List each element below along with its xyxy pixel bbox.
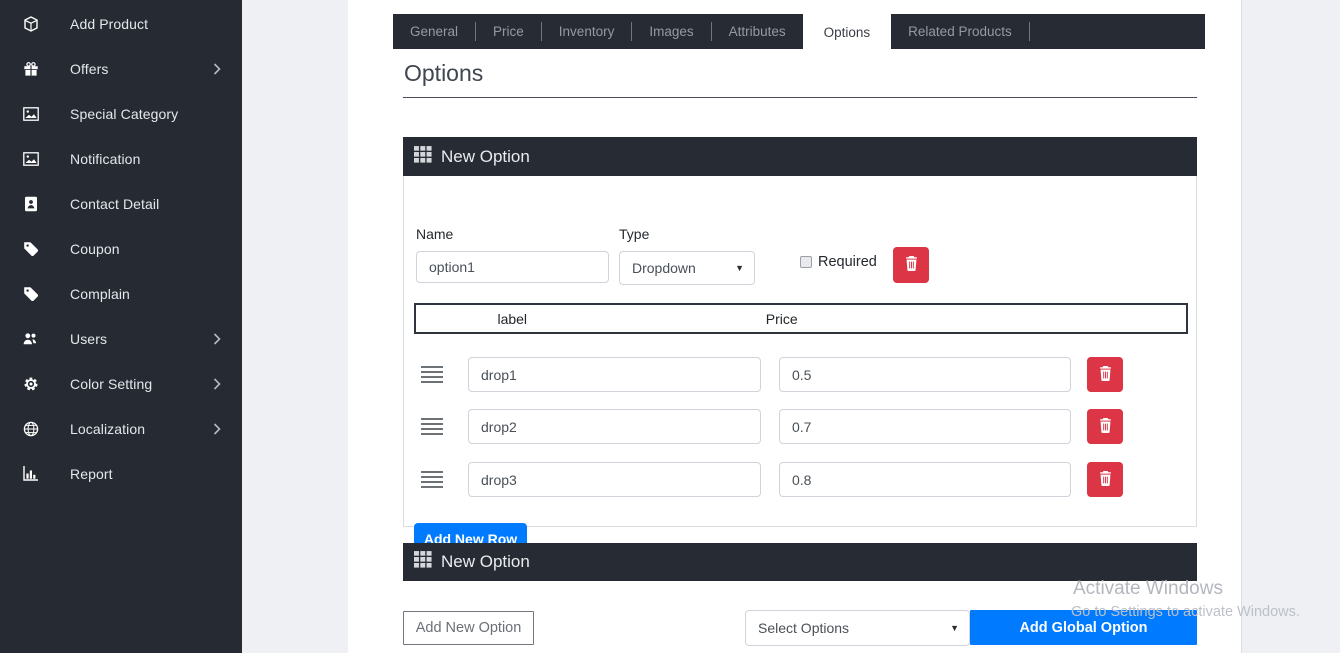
trash-icon — [1099, 366, 1112, 384]
tab-options-active[interactable]: Options — [803, 11, 892, 53]
name-label: Name — [416, 226, 453, 242]
sidebar-item-special-category[interactable]: Special Category — [0, 91, 242, 136]
users-icon — [22, 331, 39, 346]
select-caret-icon: ▼ — [735, 263, 744, 273]
chevron-right-icon — [213, 333, 221, 345]
chevron-right-icon — [213, 423, 221, 435]
type-label: Type — [619, 226, 649, 242]
tab-inventory[interactable]: Inventory — [542, 14, 632, 49]
option-type-select[interactable]: Dropdown ▼ — [619, 251, 755, 285]
delete-option-button[interactable] — [893, 247, 929, 283]
column-header-price: Price — [609, 311, 956, 327]
gear-icon — [22, 376, 39, 392]
delete-row-button[interactable] — [1087, 462, 1123, 497]
tab-price[interactable]: Price — [476, 14, 541, 49]
row-price-input[interactable] — [779, 409, 1071, 444]
panel-title: New Option — [441, 552, 530, 572]
sidebar: Add Product Offers Special Category Noti… — [0, 0, 242, 653]
add-global-option-button[interactable]: Add Global Option — [970, 610, 1197, 645]
selected-type-value: Dropdown — [632, 260, 696, 276]
delete-row-button[interactable] — [1087, 409, 1123, 444]
tab-attributes[interactable]: Attributes — [712, 14, 803, 49]
tag-icon — [22, 286, 39, 302]
trash-icon — [1099, 418, 1112, 436]
row-label-input[interactable] — [468, 357, 761, 392]
image-icon — [22, 152, 39, 166]
required-checkbox[interactable] — [800, 256, 812, 268]
delete-row-button[interactable] — [1087, 357, 1123, 392]
page-title: Options — [404, 60, 483, 87]
sidebar-item-label: Coupon — [70, 241, 120, 257]
product-tab-bar: General Price Inventory Images Attribute… — [393, 14, 1205, 49]
sidebar-item-report[interactable]: Report — [0, 451, 242, 496]
sidebar-item-label: Color Setting — [70, 376, 152, 392]
sidebar-item-label: Notification — [70, 151, 140, 167]
tab-general[interactable]: General — [393, 14, 475, 49]
sidebar-item-add-product[interactable]: Add Product — [0, 1, 242, 46]
sidebar-item-label: Contact Detail — [70, 196, 159, 212]
row-label-input[interactable] — [468, 409, 761, 444]
tab-images[interactable]: Images — [632, 14, 710, 49]
table-grid-icon — [414, 551, 432, 573]
image-icon — [22, 107, 39, 121]
option-name-input[interactable] — [416, 251, 609, 283]
sidebar-item-label: Localization — [70, 421, 145, 437]
gift-icon — [22, 61, 39, 77]
select-caret-icon: ▼ — [950, 623, 959, 633]
product-box-icon — [22, 16, 39, 32]
chevron-right-icon — [213, 378, 221, 390]
add-new-option-button[interactable]: Add New Option — [403, 611, 534, 645]
globe-icon — [22, 421, 39, 437]
second-new-option-panel-header[interactable]: New Option — [403, 543, 1197, 581]
sidebar-item-label: Complain — [70, 286, 130, 302]
row-price-input[interactable] — [779, 462, 1071, 497]
sidebar-item-coupon[interactable]: Coupon — [0, 226, 242, 271]
sidebar-item-offers[interactable]: Offers — [0, 46, 242, 91]
new-option-panel-header: New Option — [403, 137, 1197, 176]
row-drag-handle[interactable] — [421, 366, 443, 383]
tag-icon — [22, 241, 39, 257]
panel-title: New Option — [441, 147, 530, 167]
row-label-input[interactable] — [468, 462, 761, 497]
trash-icon — [1099, 471, 1112, 489]
chevron-right-icon — [213, 63, 221, 75]
row-drag-handle[interactable] — [421, 471, 443, 488]
new-option-panel-body: Name Type Dropdown ▼ Required label Pric… — [403, 176, 1197, 527]
title-divider — [403, 97, 1197, 98]
product-editor-page: Add Product Offers Special Category Noti… — [0, 0, 1340, 653]
sidebar-item-contact-detail[interactable]: Contact Detail — [0, 181, 242, 226]
sidebar-item-users[interactable]: Users — [0, 316, 242, 361]
sidebar-item-label: Special Category — [70, 106, 178, 122]
address-book-icon — [22, 196, 39, 212]
table-grid-icon — [414, 146, 432, 168]
row-drag-handle[interactable] — [421, 418, 443, 435]
selected-global-option-value: Select Options — [758, 620, 849, 636]
sidebar-item-label: Report — [70, 466, 113, 482]
column-header-label: label — [416, 311, 609, 327]
global-options-select[interactable]: Select Options ▼ — [745, 610, 970, 646]
sidebar-item-label: Offers — [70, 61, 108, 77]
rows-table-header: label Price — [414, 303, 1188, 334]
tab-related-products[interactable]: Related Products — [891, 14, 1029, 49]
sidebar-item-color-setting[interactable]: Color Setting — [0, 361, 242, 406]
new-option-panel: New Option Name Type Dropdown ▼ Required… — [403, 137, 1197, 527]
sidebar-item-complain[interactable]: Complain — [0, 271, 242, 316]
sidebar-item-localization[interactable]: Localization — [0, 406, 242, 451]
row-price-input[interactable] — [779, 357, 1071, 392]
sidebar-item-label: Users — [70, 331, 107, 347]
trash-icon — [905, 256, 918, 274]
tab-separator — [1029, 22, 1030, 41]
bar-chart-icon — [22, 466, 39, 481]
sidebar-item-label: Add Product — [70, 16, 148, 32]
second-new-option-panel: New Option — [403, 543, 1197, 581]
required-label: Required — [818, 254, 877, 270]
sidebar-item-notification[interactable]: Notification — [0, 136, 242, 181]
